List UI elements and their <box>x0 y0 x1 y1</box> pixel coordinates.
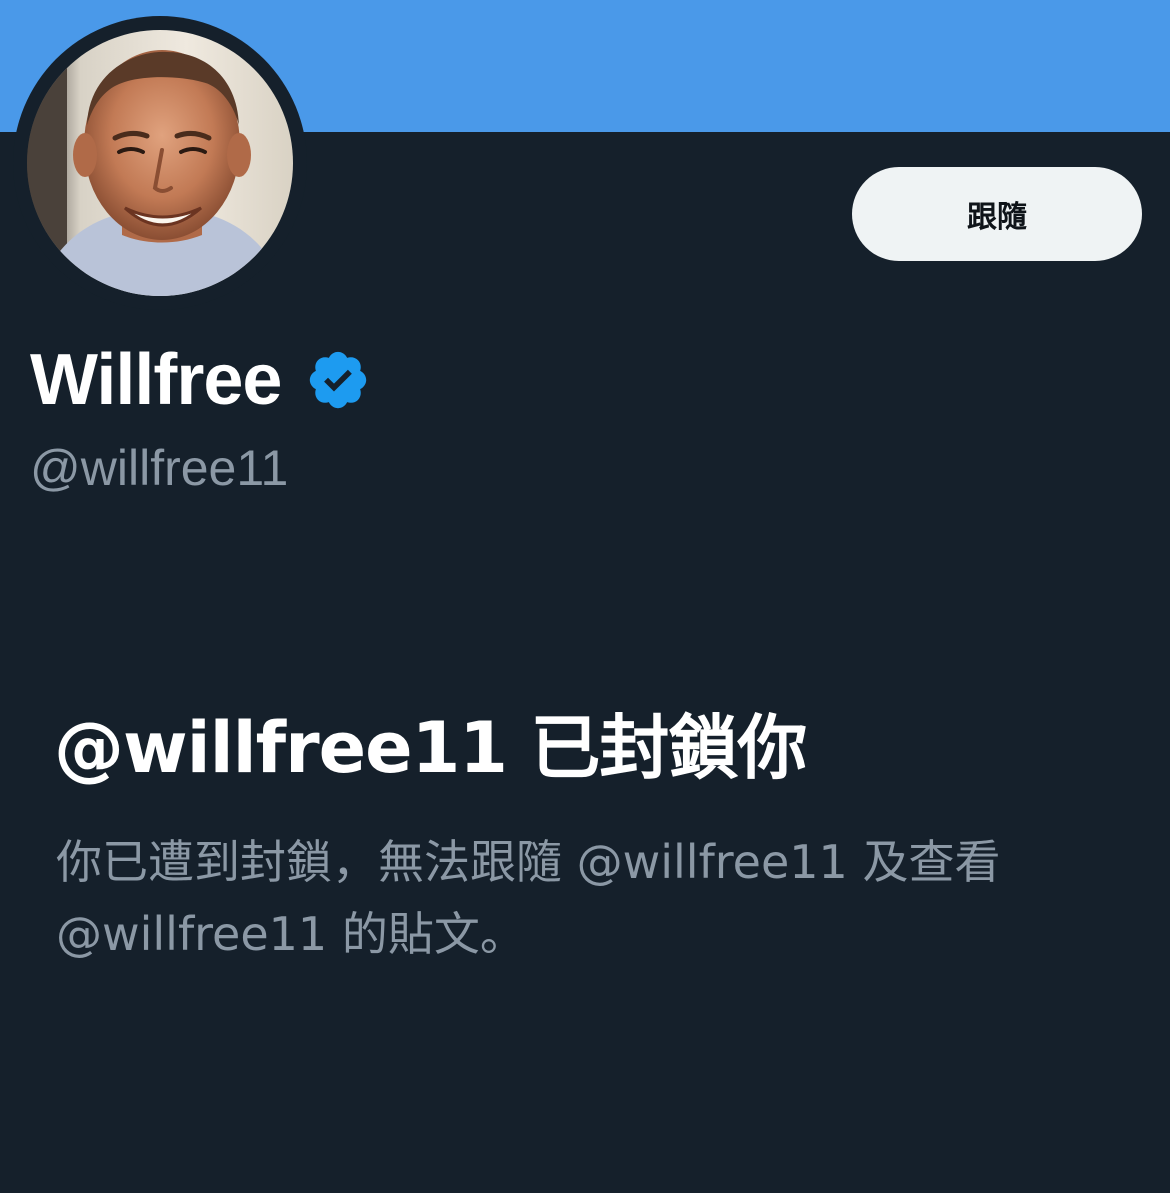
blocked-notice-description: 你已遭到封鎖，無法跟隨 @willfree11 及查看 @willfree11 … <box>56 835 1001 961</box>
avatar[interactable] <box>27 30 293 296</box>
follow-button[interactable]: 跟隨 <box>852 167 1142 261</box>
verified-badge-icon[interactable] <box>305 347 371 413</box>
blocked-notice-title: @willfree11 已封鎖你 <box>54 707 807 789</box>
profile-handle: @willfree11 <box>30 440 289 496</box>
display-name: Willfree <box>30 340 282 420</box>
profile-name-row: Willfree <box>30 338 371 422</box>
profile-photo <box>27 30 293 296</box>
